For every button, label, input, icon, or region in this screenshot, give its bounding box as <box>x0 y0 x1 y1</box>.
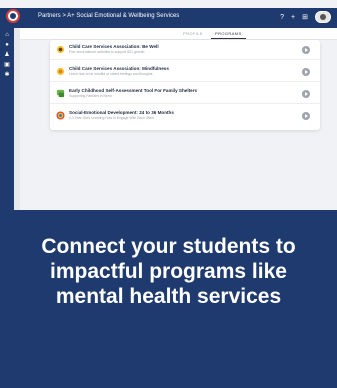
breadcrumb: Partners > A+ Social Emotional & Wellbei… <box>38 13 180 19</box>
program-title: Child Care Services Association: Be Well <box>69 44 159 49</box>
program-row[interactable]: Child Care Services Association: Mindful… <box>50 62 320 82</box>
home-icon[interactable]: ⌂ <box>4 32 10 38</box>
sunflower-icon <box>56 67 65 76</box>
program-subtitle: Learn how to be mindful of others feelin… <box>69 72 153 76</box>
program-row[interactable]: Child Care Services Association: Be Well… <box>50 40 320 60</box>
program-title: Child Care Services Association: Mindful… <box>69 66 169 71</box>
sidebar: ⌂ ● ♟ ▣ ✱ <box>0 28 14 210</box>
program-row[interactable]: Social-Emotional Development: 24 to 36 M… <box>50 106 320 126</box>
open-program-icon[interactable] <box>302 90 310 98</box>
circle-logo-icon <box>56 111 65 120</box>
tab-programs[interactable]: PROGRAMS <box>211 31 246 39</box>
app-logo[interactable] <box>6 9 20 23</box>
profile-icon[interactable]: ● <box>4 42 10 48</box>
checklist-icon[interactable]: ▣ <box>4 62 10 68</box>
sidebar-rail <box>14 28 20 210</box>
top-navigation-bar: Partners > A+ Social Emotional & Wellbei… <box>0 8 337 28</box>
tab-profile[interactable]: PROFILE <box>183 31 203 36</box>
help-icon[interactable]: ? <box>280 14 284 21</box>
users-icon[interactable]: ♟ <box>4 52 10 58</box>
program-subtitle: Five short-takeout activities to support… <box>69 50 145 54</box>
open-program-icon[interactable] <box>302 112 310 120</box>
open-program-icon[interactable] <box>302 68 310 76</box>
user-avatar[interactable] <box>315 11 331 23</box>
chat-icon <box>56 89 65 98</box>
settings-icon[interactable]: ✱ <box>4 72 10 78</box>
toolbar-icons: ? + ⊞ <box>280 11 331 23</box>
open-program-icon[interactable] <box>302 46 310 54</box>
app-screenshot: Partners > A+ Social Emotional & Wellbei… <box>0 0 337 210</box>
promo-headline: Connect your students to impactful progr… <box>41 235 296 308</box>
apps-grid-icon[interactable]: ⊞ <box>302 13 308 21</box>
tab-bar: PROFILE PROGRAMS <box>20 28 337 40</box>
add-icon[interactable]: + <box>291 14 295 21</box>
program-subtitle: Supporting Families in Need <box>69 94 112 98</box>
program-row[interactable]: Early Childhood Self-Assessment Tool For… <box>50 84 320 104</box>
programs-list: Child Care Services Association: Be Well… <box>50 40 320 130</box>
program-title: Early Childhood Self-Assessment Tool For… <box>69 88 198 93</box>
program-subtitle: 2-3 Year Old's Learning How to Engage Wi… <box>69 116 155 120</box>
sunflower-icon <box>56 45 65 54</box>
program-title: Social-Emotional Development: 24 to 36 M… <box>69 110 174 115</box>
